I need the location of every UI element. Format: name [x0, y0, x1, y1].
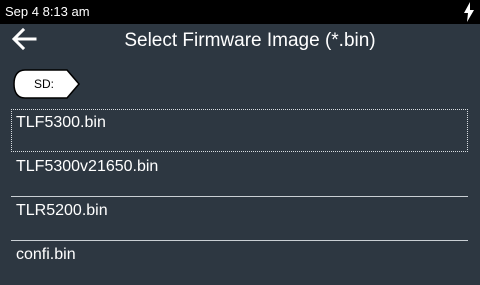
file-list: TLF5300.bin TLF5300v21650.bin TLR5200.bi…	[11, 109, 468, 285]
file-list-item[interactable]: TLR5200.bin	[11, 197, 468, 241]
file-name: TLF5300.bin	[16, 114, 106, 131]
header-bar: Select Firmware Image (*.bin)	[0, 24, 480, 58]
volume-selector-sd[interactable]: SD:	[13, 69, 81, 99]
page-title: Select Firmware Image (*.bin)	[124, 30, 376, 51]
status-datetime: Sep 4 8:13 am	[5, 4, 90, 19]
back-button[interactable]	[8, 26, 40, 56]
arrow-left-icon	[11, 27, 37, 55]
charging-bolt-icon	[463, 2, 475, 22]
file-browser: SD: TLF5300.bin TLF5300v21650.bin TLR520…	[0, 58, 480, 272]
volume-label: SD:	[33, 77, 54, 91]
file-list-item[interactable]: confi.bin	[11, 241, 468, 285]
file-list-item[interactable]: TLF5300.bin	[11, 109, 468, 152]
file-name: TLR5200.bin	[16, 202, 108, 219]
file-name: confi.bin	[16, 246, 76, 263]
file-list-item[interactable]: TLF5300v21650.bin	[11, 153, 468, 197]
status-bar: Sep 4 8:13 am	[0, 0, 480, 24]
file-name: TLF5300v21650.bin	[16, 158, 159, 175]
